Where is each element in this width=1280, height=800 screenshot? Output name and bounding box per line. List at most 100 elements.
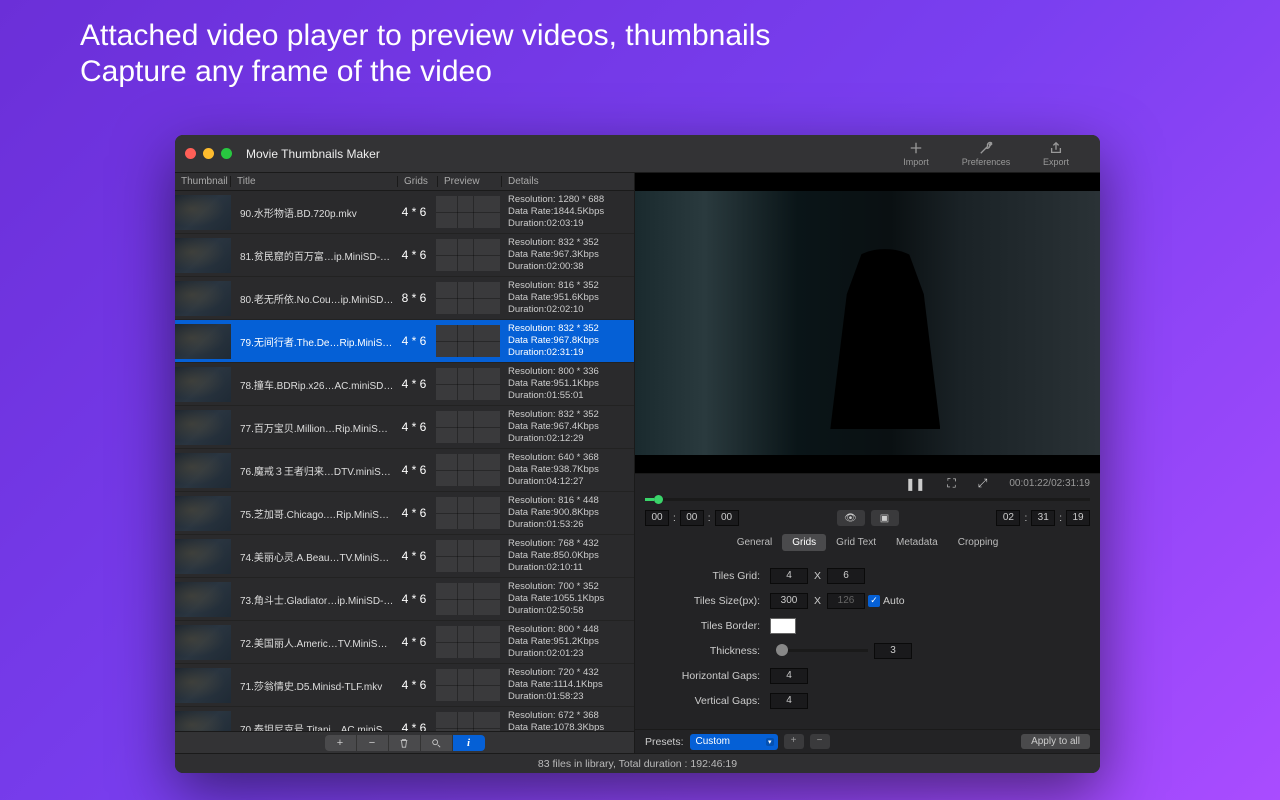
tiles-grid-x[interactable]: [770, 568, 808, 584]
col-grids[interactable]: Grids: [398, 176, 438, 187]
video-preview[interactable]: [635, 173, 1100, 473]
thickness-value[interactable]: [874, 643, 912, 659]
thumbnail-image: [175, 668, 231, 703]
list-footer: + − i: [175, 731, 634, 753]
thumbnail-image: [175, 582, 231, 617]
details-text: Resolution: 640 * 368Data Rate:938.7Kbps…: [502, 452, 634, 488]
scrubber-handle[interactable]: [654, 495, 663, 504]
maximize-icon[interactable]: [221, 148, 232, 159]
file-title: 81.贫民窟的百万富…ip.MiniSD-TLF.mkv: [234, 248, 394, 263]
details-text: Resolution: 720 * 432Data Rate:1114.1Kbp…: [502, 667, 634, 703]
remove-button[interactable]: −: [357, 735, 389, 751]
add-button[interactable]: +: [325, 735, 357, 751]
apply-all-button[interactable]: Apply to all: [1021, 734, 1090, 749]
status-bar: 83 files in library, Total duration : 19…: [175, 753, 1100, 773]
table-row[interactable]: 76.魔戒３王者归来…DTV.miniSD-TLF.mkv4 * 6Resolu…: [175, 449, 634, 492]
pause-button[interactable]: ❚❚: [905, 477, 925, 491]
grid-value: 4 * 6: [394, 248, 434, 262]
eye-button[interactable]: 👁: [837, 510, 865, 526]
thumbnail-image: [175, 410, 231, 445]
scrubber[interactable]: [635, 493, 1100, 507]
file-title: 71.莎翁情史.D5.Minisd-TLF.mkv: [234, 678, 394, 693]
grid-value: 4 * 6: [394, 721, 434, 731]
col-preview[interactable]: Preview: [438, 176, 502, 187]
tab-cropping[interactable]: Cropping: [948, 534, 1009, 551]
grid-value: 4 * 6: [394, 635, 434, 649]
table-row[interactable]: 79.无间行者.The.De…Rip.MiniSD-TLF.mkv4 * 6Re…: [175, 320, 634, 363]
vgaps-value[interactable]: [770, 693, 808, 709]
presets-select[interactable]: Custom: [690, 734, 778, 750]
start-min[interactable]: 00: [680, 510, 704, 526]
start-hour[interactable]: 00: [645, 510, 669, 526]
table-row[interactable]: 74.美丽心灵.A.Beau…TV.MiniSD-TLF.mkv4 * 6Res…: [175, 535, 634, 578]
preset-remove[interactable]: −: [810, 734, 830, 749]
tab-metadata[interactable]: Metadata: [886, 534, 948, 551]
right-panel: ❚❚ ⛶ ⤢ 00:01:22/02:31:19 00: 00: 00 👁 ▣ …: [635, 173, 1100, 753]
hgaps-value[interactable]: [770, 668, 808, 684]
border-color-picker[interactable]: [770, 618, 796, 634]
tiles-size-label: Tiles Size(px):: [655, 595, 770, 607]
trash-button[interactable]: [389, 735, 421, 751]
vgaps-label: Vertical Gaps:: [655, 695, 770, 707]
plus-icon: [909, 141, 923, 155]
table-row[interactable]: 81.贫民窟的百万富…ip.MiniSD-TLF.mkv4 * 6 Resolut…: [175, 234, 634, 277]
table-row[interactable]: 80.老无所依.No.Cou…ip.MiniSD-TLF.mkv8 * 6Res…: [175, 277, 634, 320]
table-row[interactable]: 72.美国丽人.Americ…TV.MiniSD-TLF.mkv4 * 6Res…: [175, 621, 634, 664]
video-frame: [635, 191, 1100, 455]
details-text: Resolution: 832 * 352Data Rate:967.3Kbps…: [502, 237, 634, 273]
start-sec[interactable]: 00: [715, 510, 739, 526]
file-title: 73.角斗士.Gladiator…ip.MiniSD-TLF.mkv: [234, 592, 394, 607]
tiles-border-label: Tiles Border:: [655, 620, 770, 632]
close-icon[interactable]: [185, 148, 196, 159]
preset-add[interactable]: +: [784, 734, 804, 749]
export-button[interactable]: Export: [1022, 136, 1090, 172]
titlebar: Movie Thumbnails Maker Import Preference…: [175, 135, 1100, 173]
tab-grids[interactable]: Grids: [782, 534, 826, 551]
minimize-icon[interactable]: [203, 148, 214, 159]
search-button[interactable]: [421, 735, 453, 751]
preview-grid: [436, 454, 500, 486]
capture-button[interactable]: ▣: [871, 510, 899, 526]
trash-icon: [399, 738, 409, 748]
grid-value: 4 * 6: [394, 678, 434, 692]
thumbnail-image: [175, 711, 231, 732]
info-button[interactable]: i: [453, 735, 485, 751]
end-sec[interactable]: 19: [1066, 510, 1090, 526]
col-title[interactable]: Title: [231, 176, 398, 187]
table-row[interactable]: 90.水形物语.BD.720p.mkv4 * 6Resolution: 1280…: [175, 191, 634, 234]
table-row[interactable]: 78.撞车.BDRip.x26…AC.miniSD-TLF.mkv4 * 6Re…: [175, 363, 634, 406]
preview-grid: [436, 583, 500, 615]
details-text: Resolution: 832 * 352Data Rate:967.4Kbps…: [502, 409, 634, 445]
end-hour[interactable]: 02: [996, 510, 1020, 526]
table-row[interactable]: 71.莎翁情史.D5.Minisd-TLF.mkv4 * 6 Resolution…: [175, 664, 634, 707]
preferences-button[interactable]: Preferences: [952, 136, 1020, 172]
file-title: 74.美丽心灵.A.Beau…TV.MiniSD-TLF.mkv: [234, 549, 394, 564]
settings-tabs: GeneralGridsGrid TextMetadataCropping: [635, 531, 1100, 553]
tiles-size-w[interactable]: [770, 593, 808, 609]
tiles-size-h: [827, 593, 865, 609]
col-thumbnail[interactable]: Thumbnail: [175, 176, 231, 187]
end-min[interactable]: 31: [1031, 510, 1055, 526]
table-row[interactable]: 77.百万宝贝.Million…Rip.MiniSD-TLF.mkv4 * 6R…: [175, 406, 634, 449]
table-row[interactable]: 73.角斗士.Gladiator…ip.MiniSD-TLF.mkv4 * 6R…: [175, 578, 634, 621]
import-button[interactable]: Import: [882, 136, 950, 172]
col-details[interactable]: Details: [502, 176, 634, 187]
tab-general[interactable]: General: [727, 534, 783, 551]
tiles-grid-y[interactable]: [827, 568, 865, 584]
file-title: 76.魔戒３王者归来…DTV.miniSD-TLF.mkv: [234, 463, 394, 478]
auto-checkbox[interactable]: ✓: [868, 595, 880, 607]
details-text: Resolution: 800 * 336Data Rate:951.1Kbps…: [502, 366, 634, 402]
details-text: Resolution: 816 * 448Data Rate:900.8Kbps…: [502, 495, 634, 531]
search-icon: [431, 738, 441, 748]
thickness-slider[interactable]: [776, 649, 868, 652]
grid-value: 4 * 6: [394, 592, 434, 606]
file-title: 78.撞车.BDRip.x26…AC.miniSD-TLF.mkv: [234, 377, 394, 392]
player-controls: ❚❚ ⛶ ⤢ 00:01:22/02:31:19: [635, 473, 1100, 493]
grid-value: 4 * 6: [394, 420, 434, 434]
fullscreen-button[interactable]: ⛶: [947, 476, 955, 491]
file-rows: 90.水形物语.BD.720p.mkv4 * 6Resolution: 1280…: [175, 191, 634, 731]
table-row[interactable]: 75.芝加哥.Chicago.…Rip.MiniSD-TLF.mkv4 * 6R…: [175, 492, 634, 535]
tab-grid-text[interactable]: Grid Text: [826, 534, 886, 551]
expand-button[interactable]: ⤢: [978, 476, 988, 491]
table-row[interactable]: 70.泰坦尼克号.Titani…AC.miniSD-TLF.mkv4 * 6Re…: [175, 707, 634, 731]
